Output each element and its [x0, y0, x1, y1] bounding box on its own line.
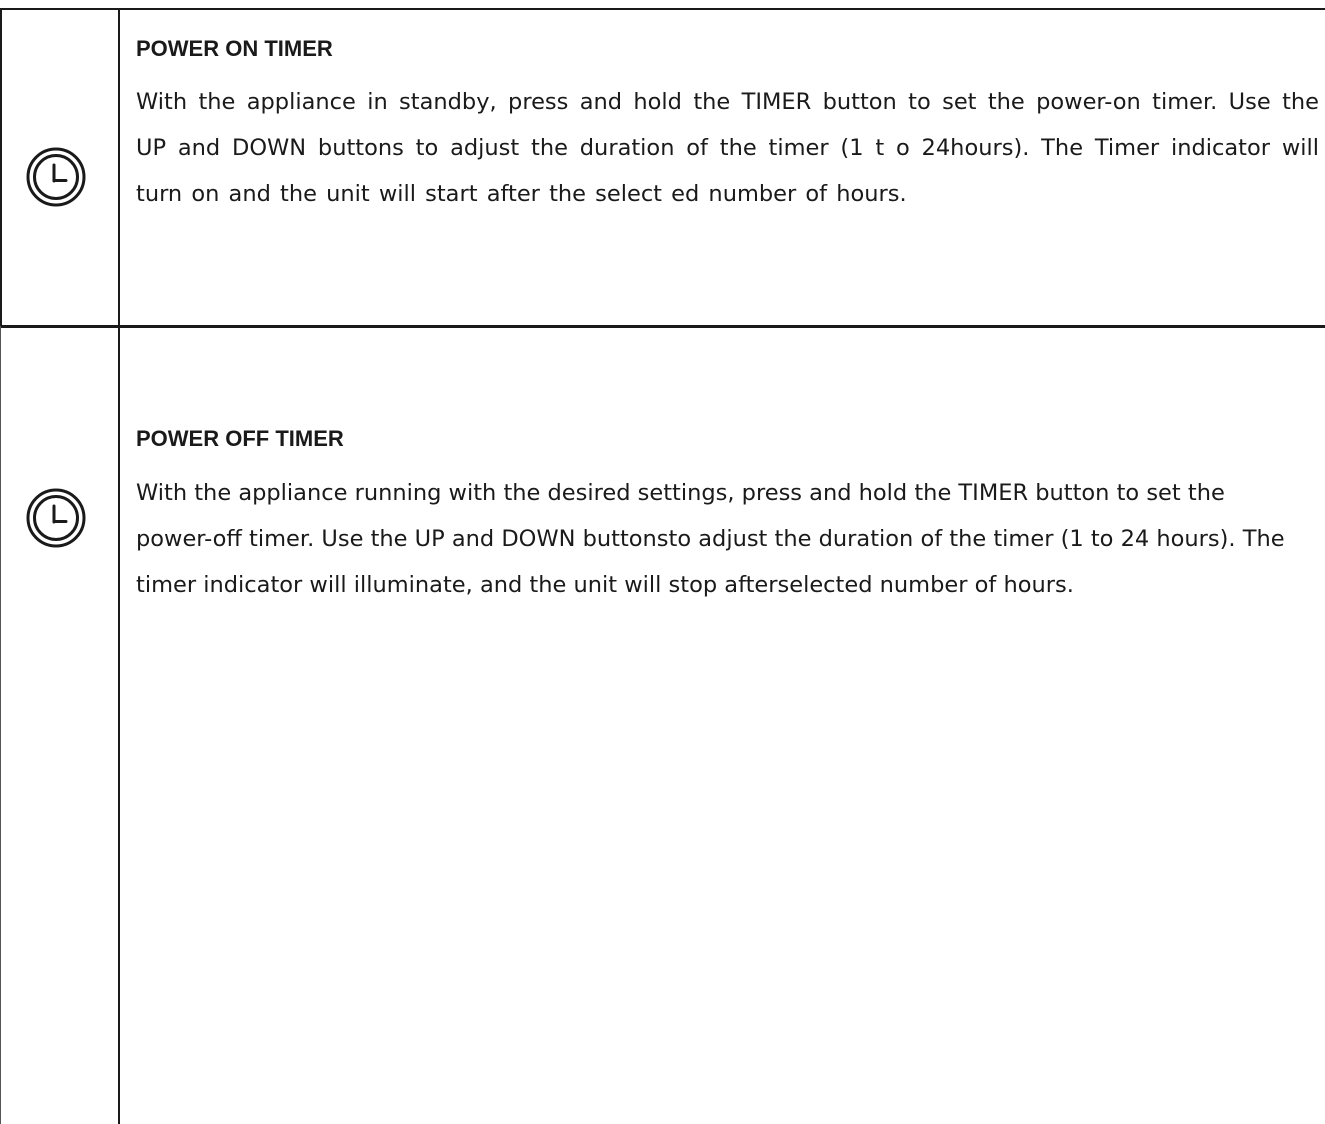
table-top-border	[0, 8, 1325, 10]
table-left-border-lower	[0, 326, 1, 1124]
section-heading: POWER ON TIMER	[136, 36, 333, 61]
section-body: With the appliance in standby, press and…	[136, 89, 1319, 207]
power-on-timer-cell: POWER ON TIMER With the appliance in sta…	[136, 33, 1325, 217]
row-divider	[0, 325, 1325, 328]
section-heading: POWER OFF TIMER	[136, 426, 344, 451]
power-off-timer-cell: POWER OFF TIMER With the appliance runni…	[136, 423, 1325, 608]
manual-page: POWER ON TIMER With the appliance in sta…	[0, 0, 1325, 1124]
clock-icon	[25, 146, 87, 208]
clock-icon	[25, 487, 87, 549]
column-divider	[118, 8, 120, 1124]
table-left-border	[0, 8, 2, 327]
section-body: With the appliance running with the desi…	[136, 480, 1285, 598]
